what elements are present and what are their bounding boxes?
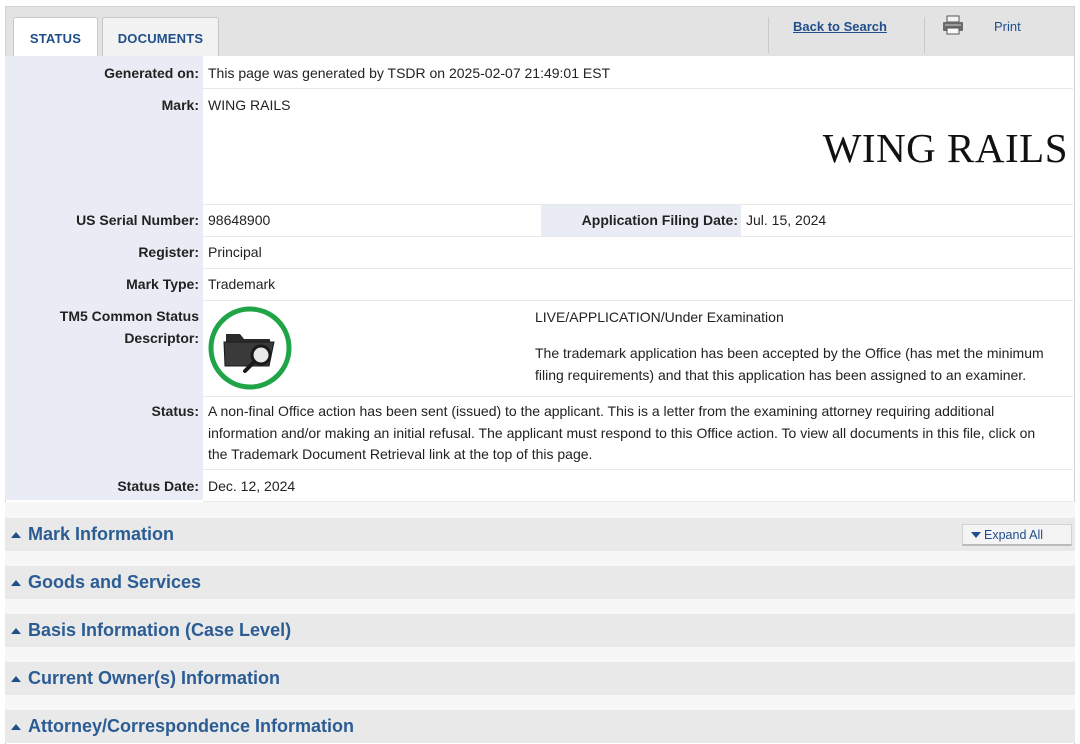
status-line1: A non-final Office action has been sent … bbox=[208, 403, 995, 419]
expand-triangle-icon bbox=[971, 531, 981, 538]
tab-bar: STATUS DOCUMENTS bbox=[5, 6, 1075, 59]
tab-status[interactable]: STATUS bbox=[13, 17, 98, 59]
section-title: Goods and Services bbox=[28, 572, 202, 592]
print-link[interactable]: Print bbox=[994, 19, 1021, 34]
collapse-triangle-icon bbox=[11, 627, 21, 634]
section-current-owners[interactable]: Current Owner(s) Information bbox=[5, 662, 1075, 695]
status-date-value: Dec. 12, 2024 bbox=[208, 478, 296, 494]
tm5-description-line1: The trademark application has been accep… bbox=[535, 345, 1044, 361]
section-mark-information[interactable]: Mark Information bbox=[5, 518, 1075, 551]
section-basis-information[interactable]: Basis Information (Case Level) bbox=[5, 614, 1075, 647]
collapse-triangle-icon bbox=[11, 675, 21, 682]
register-label: Register: bbox=[138, 244, 199, 260]
mark-image: WING RAILS bbox=[822, 125, 1068, 171]
toolbar-separator bbox=[768, 17, 769, 53]
folder-search-icon bbox=[208, 306, 292, 390]
row-divider bbox=[203, 88, 1073, 89]
filing-date-value: Jul. 15, 2024 bbox=[746, 212, 827, 228]
section-spacer bbox=[5, 695, 1075, 710]
mark-type-label: Mark Type: bbox=[126, 276, 199, 292]
serial-number-label: US Serial Number: bbox=[76, 212, 199, 228]
section-title: Current Owner(s) Information bbox=[28, 668, 281, 688]
section-spacer bbox=[5, 551, 1075, 566]
row-divider bbox=[203, 268, 1073, 269]
collapse-triangle-icon bbox=[11, 579, 21, 586]
expand-all-label: Expand All bbox=[984, 527, 1044, 542]
status-line2: information and/or making an initial ref… bbox=[208, 424, 1036, 441]
section-title: Mark Information bbox=[28, 524, 175, 544]
printer-icon[interactable] bbox=[942, 15, 964, 35]
tab-documents[interactable]: DOCUMENTS bbox=[102, 17, 219, 58]
status-text: A non-final Office action has been sent … bbox=[208, 401, 1068, 466]
status-date-label: Status Date: bbox=[117, 478, 199, 494]
serial-number-value: 98648900 bbox=[208, 212, 271, 228]
expand-all-button[interactable]: Expand All bbox=[962, 524, 1072, 546]
mark-label: Mark: bbox=[161, 97, 199, 113]
row-divider bbox=[203, 300, 1073, 301]
section-spacer bbox=[5, 502, 1075, 518]
filing-date-label: Application Filing Date: bbox=[581, 212, 738, 228]
back-to-search-link[interactable]: Back to Search bbox=[793, 19, 887, 34]
collapse-triangle-icon bbox=[11, 531, 21, 538]
row-divider bbox=[203, 236, 1073, 237]
tm5-label: TM5 Common Status bbox=[59, 308, 199, 324]
collapse-triangle-icon bbox=[11, 723, 21, 730]
mark-value: WING RAILS bbox=[208, 97, 291, 113]
tm5-label-descriptor: Descriptor: bbox=[124, 330, 199, 346]
status-label: Status: bbox=[151, 403, 199, 419]
section-goods-and-services[interactable]: Goods and Services bbox=[5, 566, 1075, 599]
register-value: Principal bbox=[208, 244, 262, 260]
section-attorney-correspondence[interactable]: Attorney/Correspondence Information bbox=[5, 710, 1075, 743]
section-title: Attorney/Correspondence Information bbox=[28, 716, 355, 736]
status-line3: the Trademark Document Retrieval link at… bbox=[208, 446, 593, 462]
row-divider bbox=[203, 396, 1073, 397]
section-title: Basis Information (Case Level) bbox=[28, 620, 292, 640]
section-spacer bbox=[5, 599, 1075, 614]
row-divider bbox=[203, 469, 1073, 470]
mark-type-value: Trademark bbox=[208, 276, 276, 292]
generated-on-label: Generated on: bbox=[104, 65, 199, 81]
section-spacer bbox=[5, 647, 1075, 662]
tm5-status-line: LIVE/APPLICATION/Under Examination bbox=[535, 309, 784, 325]
generated-on-value: This page was generated by TSDR on 2025-… bbox=[208, 65, 611, 81]
tm5-description-line2: filing requirements) and that this appli… bbox=[535, 367, 1027, 383]
toolbar-separator bbox=[924, 17, 925, 53]
